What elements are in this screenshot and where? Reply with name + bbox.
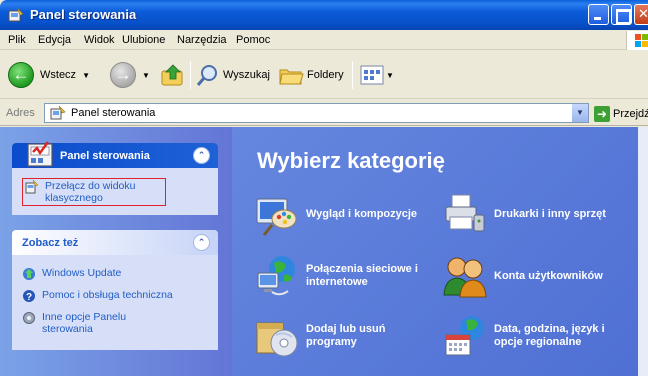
help-support-label: Pomoc i obsługa techniczna [42, 289, 173, 301]
svg-text:?: ? [26, 292, 32, 303]
date-region-icon [445, 316, 484, 356]
collapse-icon[interactable]: ⌃ [193, 147, 210, 164]
category-appearance[interactable]: Wygląd i kompozycje [254, 191, 436, 237]
go-button[interactable]: ➜ Przejdź [594, 105, 648, 123]
category-printers-label: Drukarki i inny sprzęt [494, 207, 606, 220]
back-button[interactable]: ← Wstecz ▼ [8, 59, 90, 91]
back-label: Wstecz [40, 69, 77, 81]
control-panel-box: Panel sterowania ⌃ Przełącz do widoku kl… [12, 141, 218, 215]
search-button[interactable]: Wyszukaj [196, 59, 270, 91]
page-title: Wybierz kategorię [257, 148, 445, 173]
users-icon [443, 257, 487, 298]
vertical-scrollbar[interactable] [638, 127, 648, 376]
minimize-button[interactable] [588, 4, 609, 25]
windows-update-label: Windows Update [42, 267, 122, 279]
control-panel-icon [8, 7, 24, 22]
help-support-link[interactable]: ? Pomoc i obsługa techniczna [22, 289, 208, 303]
back-arrow-icon: ← [8, 62, 34, 88]
control-panel-title: Panel sterowania [60, 150, 150, 162]
programs-icon [256, 322, 298, 357]
toolbar-separator [352, 61, 353, 89]
folders-label: Foldery [307, 69, 344, 81]
back-dropdown-icon[interactable]: ▼ [82, 71, 90, 80]
menu-bar: Plik Edycja Widok Ulubione Narzędzia Pom… [0, 30, 648, 50]
windows-update-link[interactable]: Windows Update [22, 267, 208, 281]
category-date-region-label: Data, godzina, język i opcje regionalne [494, 323, 605, 348]
category-programs[interactable]: Dodaj lub usuń programy [254, 313, 436, 359]
category-appearance-label: Wygląd i kompozycje [306, 207, 418, 220]
control-panel-body: Przełącz do widoku klasycznego [12, 168, 218, 221]
category-users-label: Konta użytkowników [494, 269, 603, 282]
address-value: Panel sterowania [71, 107, 156, 119]
network-icon [257, 256, 295, 296]
category-printers[interactable]: Drukarki i inny sprzęt [442, 191, 624, 237]
switch-classic-view-label: Przełącz do widoku klasycznego [45, 180, 136, 204]
go-label: Przejdź [613, 108, 648, 120]
title-bar[interactable]: Panel sterowania [0, 0, 648, 30]
windows-logo-icon [626, 31, 648, 50]
forward-dropdown-icon[interactable]: ▼ [142, 71, 150, 80]
menu-favorites[interactable]: Ulubione [122, 34, 165, 46]
category-users[interactable]: Konta użytkowników [442, 253, 624, 299]
menu-file[interactable]: Plik [8, 34, 26, 46]
appearance-icon [256, 198, 297, 236]
other-options-link[interactable]: Inne opcje Panelu sterowania [22, 311, 208, 335]
address-bar: Adres Panel sterowania ▼ ➜ Przejdź [0, 100, 648, 126]
control-panel-icon [50, 106, 66, 120]
task-pane: Panel sterowania ⌃ Przełącz do widoku kl… [0, 127, 232, 376]
address-dropdown-icon[interactable]: ▼ [571, 104, 588, 122]
views-dropdown-icon: ▼ [386, 70, 394, 80]
settings-gear-icon [23, 312, 35, 324]
other-options-label: Inne opcje Panelu sterowania [42, 311, 127, 335]
close-button[interactable] [634, 4, 648, 25]
go-arrow-icon: ➜ [594, 106, 610, 122]
main-pane: Wybierz kategorię Wygląd i kompozycje Dr… [232, 127, 648, 376]
search-label: Wyszukaj [223, 69, 270, 81]
toolbar-separator [190, 61, 191, 89]
see-also-body: Windows Update ? Pomoc i obsługa technic… [12, 255, 218, 350]
forward-arrow-icon: → [110, 62, 136, 88]
control-panel-icon [27, 141, 53, 167]
category-date-region[interactable]: Data, godzina, język i opcje regionalne [442, 313, 624, 359]
forward-button[interactable]: → ▼ [110, 59, 150, 91]
up-folder-button[interactable] [160, 59, 186, 91]
menu-edit[interactable]: Edycja [38, 34, 71, 46]
search-icon [196, 65, 217, 86]
menu-help[interactable]: Pomoc [236, 34, 270, 46]
views-icon [360, 65, 384, 85]
printer-icon [445, 194, 485, 232]
see-also-header[interactable]: Zobacz też ⌃ [12, 230, 218, 255]
explorer-window: Panel sterowania Plik Edycja Widok Ulubi… [0, 0, 648, 376]
collapse-icon[interactable]: ⌃ [193, 234, 210, 251]
up-folder-icon [161, 64, 183, 86]
menu-tools[interactable]: Narzędzia [177, 34, 227, 46]
switch-classic-view-link[interactable]: Przełącz do widoku klasycznego [22, 178, 166, 206]
category-network-label: Połączenia sieciowe i internetowe [306, 263, 418, 288]
content-area: Panel sterowania ⌃ Przełącz do widoku kl… [0, 127, 648, 376]
see-also-title: Zobacz też [22, 237, 79, 249]
windows-update-icon [23, 268, 35, 280]
help-icon: ? [23, 290, 35, 303]
category-programs-label: Dodaj lub usuń programy [306, 323, 386, 348]
folders-button[interactable]: Foldery [278, 59, 344, 91]
address-label: Adres [6, 107, 35, 119]
views-button[interactable]: ▼ [360, 59, 394, 91]
window-title: Panel sterowania [30, 7, 137, 22]
folders-icon [279, 69, 304, 85]
address-input[interactable]: Panel sterowania ▼ [44, 103, 589, 123]
category-network[interactable]: Połączenia sieciowe i internetowe [254, 253, 436, 299]
see-also-box: Zobacz też ⌃ Windows Update ? Pomoc i ob… [12, 230, 218, 350]
toolbar: ← Wstecz ▼ → ▼ Wyszukaj Foldery ▼ [0, 51, 648, 99]
maximize-button[interactable] [611, 4, 632, 25]
control-panel-header[interactable]: Panel sterowania ⌃ [12, 141, 218, 168]
control-panel-icon [25, 180, 39, 194]
menu-view[interactable]: Widok [84, 34, 115, 46]
